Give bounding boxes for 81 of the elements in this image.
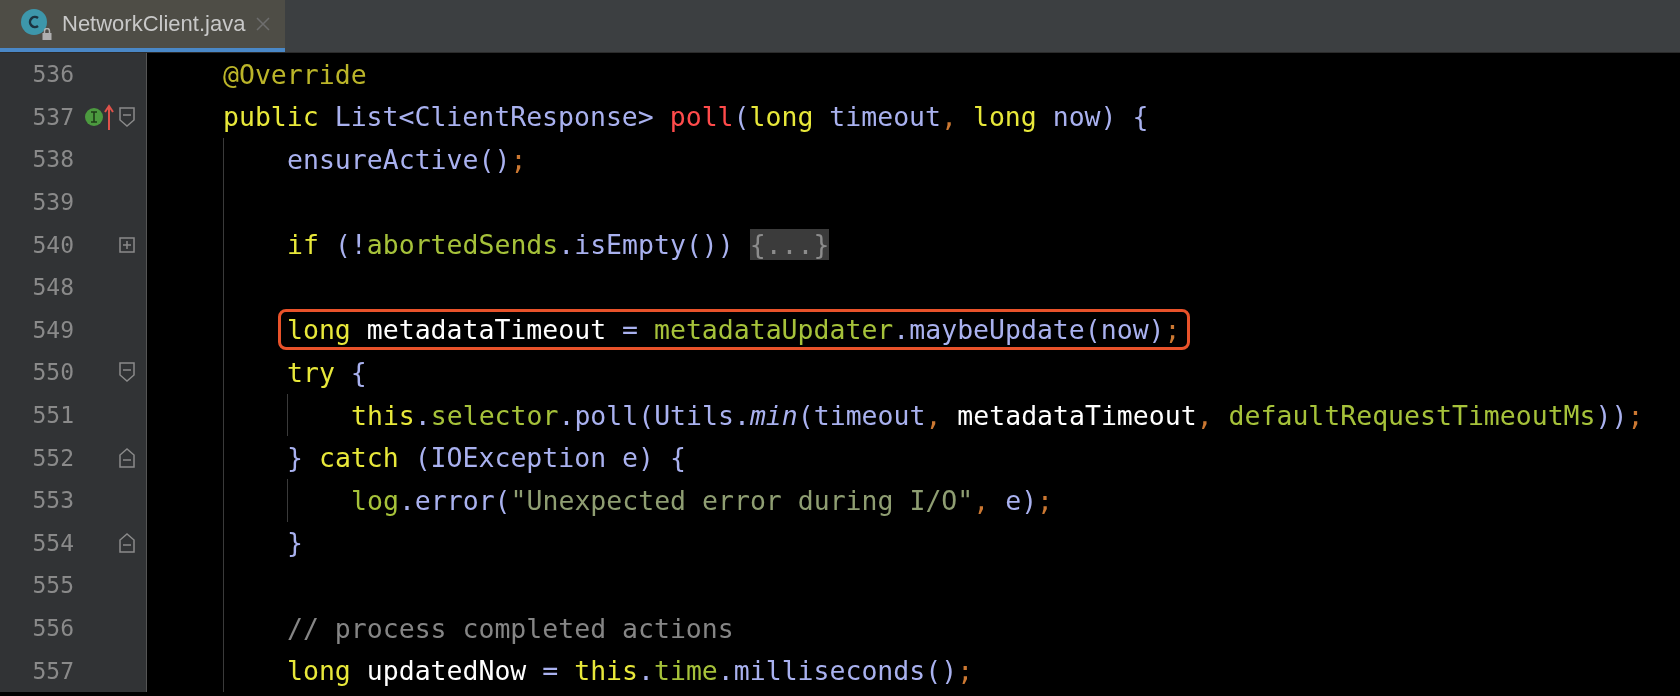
line-number: 555 [31,572,74,599]
tab-title: NetworkClient.java [62,11,246,37]
line-number: 557 [31,657,74,684]
method-name: poll [669,101,734,133]
fold-icon[interactable] [119,532,135,553]
line-number: 550 [31,359,74,386]
code-text: = [621,314,640,346]
variable-name: metadataTimeout [957,399,1197,431]
implementation-marker-icon[interactable] [84,106,104,127]
field-name: selector [430,399,559,431]
keyword: this [574,655,639,687]
variable-name: updatedNow [366,655,527,687]
code-text: now) { [1052,101,1149,133]
code-text: (! [334,229,367,261]
code-text: . [414,399,431,431]
line-number: 537 [31,103,74,130]
code-text: ensureActive() [287,144,511,175]
editor-tab[interactable]: NetworkClient.java [0,0,286,52]
punctuation: ; [957,655,974,687]
arrow-up-icon[interactable] [104,102,114,131]
code-text: )) [1595,399,1628,431]
keyword: if [287,229,320,261]
code-text: . [638,655,654,687]
field-name: abortedSends [366,229,559,261]
line-number: 539 [31,189,74,216]
code-text: ( [733,101,750,133]
fold-icon[interactable] [119,362,135,383]
code-comment: // process completed actions [287,612,734,644]
punctuation: ; [510,144,527,175]
punctuation: , [973,484,991,516]
code-text: } [287,527,303,559]
code-text: { [350,356,367,388]
keyword: long [287,655,352,687]
fold-icon[interactable] [119,106,135,127]
keyword: long [287,314,352,346]
code-text: .error( [398,484,511,516]
string-literal: "Unexpected error during I/O" [510,484,974,516]
code-text: .milliseconds() [717,655,958,687]
code-text: } [287,442,304,474]
class-file-icon [20,8,48,36]
field-name: log [351,484,399,516]
code-text: (timeout [797,399,926,431]
variable-name: metadataTimeout [366,314,607,346]
code-text: (IOException e) { [414,442,686,474]
line-number: 538 [31,146,74,173]
line-number: 548 [31,274,74,301]
keyword: this [351,399,415,431]
field-name: defaultRequestTimeoutMs [1228,399,1596,431]
field-name: metadataUpdater [654,314,894,346]
code-text: e) [1005,484,1038,516]
line-number: 554 [31,529,74,556]
static-method-call: min [749,399,798,431]
punctuation: ; [1037,484,1054,516]
keyword: long [749,101,815,133]
code-text: = [541,655,560,687]
fold-icon[interactable] [119,447,135,468]
punctuation: , [925,399,943,431]
line-number: 556 [31,615,74,641]
field-name: time [654,655,718,687]
annotation: @Override [223,58,367,90]
keyword: catch [318,442,400,474]
code-text: timeout [829,101,941,133]
line-number: 553 [31,487,74,514]
folded-code-placeholder[interactable]: {...} [749,229,830,261]
expand-icon[interactable] [119,236,135,253]
line-number: 549 [31,316,74,343]
type-name: List<ClientResponse> [334,101,655,133]
line-number: 551 [31,402,74,429]
punctuation: , [941,101,958,133]
line-number: 536 [31,61,74,88]
punctuation: , [1196,399,1214,431]
keyword: try [287,356,336,388]
code-text: .poll(Utils. [558,399,750,431]
keyword: public [223,101,320,133]
line-number: 552 [31,444,74,471]
punctuation: ; [1627,399,1644,431]
punctuation: ; [1164,314,1181,346]
keyword: long [972,101,1038,133]
code-text: .maybeUpdate(now) [893,314,1165,346]
line-number: 540 [31,231,74,258]
code-text: .isEmpty()) [558,229,735,261]
